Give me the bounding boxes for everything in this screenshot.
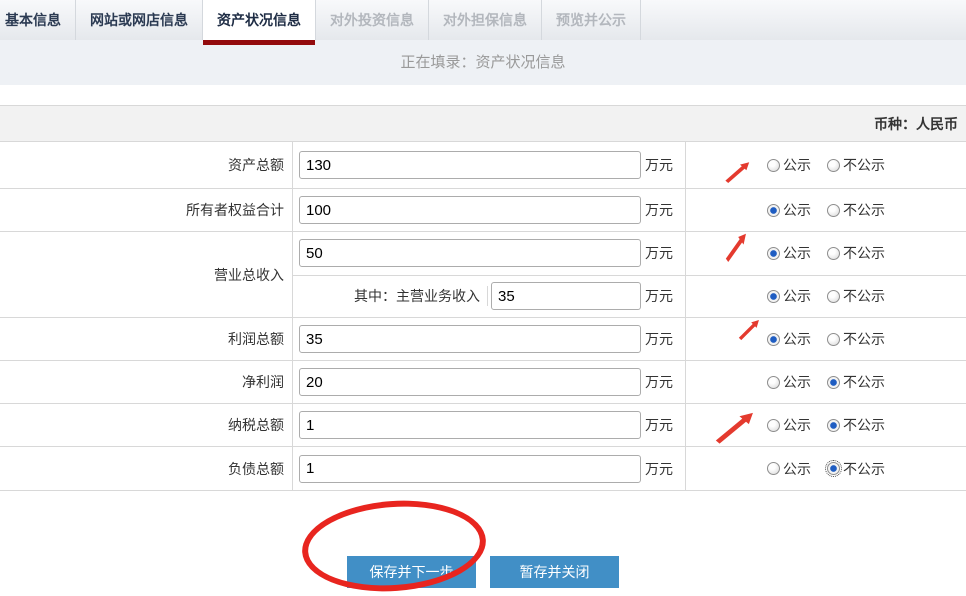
unit-label: 万元 <box>645 372 673 392</box>
table-row-total-tax: 纳税总额 万元 公示 不公示 <box>0 404 966 447</box>
tab-asset-status-info[interactable]: 资产状况信息 <box>203 0 316 40</box>
radio-public-label: 公示 <box>783 329 811 349</box>
unit-label: 万元 <box>645 243 673 263</box>
main-business-revenue-input[interactable] <box>491 282 641 310</box>
row-label: 净利润 <box>0 361 293 403</box>
radio-not-public[interactable] <box>827 419 840 432</box>
net-profit-input[interactable] <box>299 368 641 396</box>
form-button-bar: 保存并下一步 暂存并关闭 <box>0 556 966 588</box>
radio-public-label: 公示 <box>783 459 811 479</box>
save-draft-and-close-button[interactable]: 暂存并关闭 <box>490 556 619 588</box>
tab-basic-info[interactable]: 基本信息 <box>0 0 76 40</box>
unit-label: 万元 <box>645 155 673 175</box>
radio-public-label: 公示 <box>783 286 811 306</box>
radio-public[interactable] <box>767 290 780 303</box>
save-and-next-button[interactable]: 保存并下一步 <box>347 556 476 588</box>
tab-bar-filler <box>641 0 966 40</box>
unit-label: 万元 <box>645 286 673 306</box>
radio-public-label: 公示 <box>783 243 811 263</box>
tab-external-investment-info: 对外投资信息 <box>316 0 429 40</box>
sub-row-label: 其中：主营业务收入 <box>293 286 488 306</box>
total-profit-input[interactable] <box>299 325 641 353</box>
unit-label: 万元 <box>645 415 673 435</box>
table-row-total-liabilities: 负债总额 万元 公示 不公示 <box>0 447 966 490</box>
radio-not-public-label: 不公示 <box>843 459 885 479</box>
total-tax-input[interactable] <box>299 411 641 439</box>
row-label: 利润总额 <box>0 318 293 360</box>
radio-public-label: 公示 <box>783 415 811 435</box>
owner-equity-input[interactable] <box>299 196 641 224</box>
current-section-status-text: 正在填录：资产状况信息 <box>0 40 966 85</box>
asset-status-table: 币种：人民币 资产总额 万元 公示 不公示 所有者权益合计 万元 公示 不公示 <box>0 105 966 491</box>
radio-not-public[interactable] <box>827 204 840 217</box>
main-business-revenue-subrow: 其中：主营业务收入 万元 公示 不公示 <box>293 275 966 318</box>
radio-not-public-label: 不公示 <box>843 243 885 263</box>
radio-not-public-label: 不公示 <box>843 329 885 349</box>
radio-not-public[interactable] <box>827 290 840 303</box>
radio-not-public[interactable] <box>827 247 840 260</box>
radio-public[interactable] <box>767 376 780 389</box>
total-assets-input[interactable] <box>299 151 641 179</box>
total-liabilities-input[interactable] <box>299 455 641 483</box>
unit-label: 万元 <box>645 459 673 479</box>
unit-label: 万元 <box>645 200 673 220</box>
radio-public-label: 公示 <box>783 200 811 220</box>
radio-not-public-label: 不公示 <box>843 415 885 435</box>
radio-public[interactable] <box>767 204 780 217</box>
total-revenue-input[interactable] <box>299 239 641 267</box>
table-row-net-profit: 净利润 万元 公示 不公示 <box>0 361 966 404</box>
radio-not-public[interactable] <box>827 159 840 172</box>
radio-public[interactable] <box>767 333 780 346</box>
currency-header: 币种：人民币 <box>0 106 966 142</box>
radio-public[interactable] <box>767 462 780 475</box>
radio-not-public-label: 不公示 <box>843 155 885 175</box>
radio-public-label: 公示 <box>783 155 811 175</box>
tab-website-info[interactable]: 网站或网店信息 <box>76 0 203 40</box>
row-label: 纳税总额 <box>0 404 293 446</box>
row-label: 资产总额 <box>0 142 293 188</box>
radio-not-public-label: 不公示 <box>843 372 885 392</box>
total-revenue-subrow: 万元 公示 不公示 <box>293 232 966 275</box>
row-label: 所有者权益合计 <box>0 189 293 231</box>
radio-not-public[interactable] <box>827 462 840 475</box>
radio-public[interactable] <box>767 159 780 172</box>
radio-not-public-label: 不公示 <box>843 286 885 306</box>
table-row-owner-equity: 所有者权益合计 万元 公示 不公示 <box>0 189 966 232</box>
unit-label: 万元 <box>645 329 673 349</box>
radio-public[interactable] <box>767 247 780 260</box>
row-label: 负债总额 <box>0 447 293 490</box>
radio-public[interactable] <box>767 419 780 432</box>
table-row-total-assets: 资产总额 万元 公示 不公示 <box>0 142 966 189</box>
table-row-total-profit: 利润总额 万元 公示 不公示 <box>0 318 966 361</box>
tab-preview-and-publish: 预览并公示 <box>542 0 641 40</box>
tab-bar: 基本信息 网站或网店信息 资产状况信息 对外投资信息 对外担保信息 预览并公示 <box>0 0 966 40</box>
tab-external-guarantee-info: 对外担保信息 <box>429 0 542 40</box>
table-row-total-revenue: 营业总收入 万元 公示 不公示 其中：主营业务收入 <box>0 232 966 318</box>
radio-not-public[interactable] <box>827 376 840 389</box>
radio-not-public[interactable] <box>827 333 840 346</box>
asset-status-form-page: 基本信息 网站或网店信息 资产状况信息 对外投资信息 对外担保信息 预览并公示 … <box>0 0 966 596</box>
radio-not-public-label: 不公示 <box>843 200 885 220</box>
row-label: 营业总收入 <box>0 232 293 317</box>
radio-public-label: 公示 <box>783 372 811 392</box>
